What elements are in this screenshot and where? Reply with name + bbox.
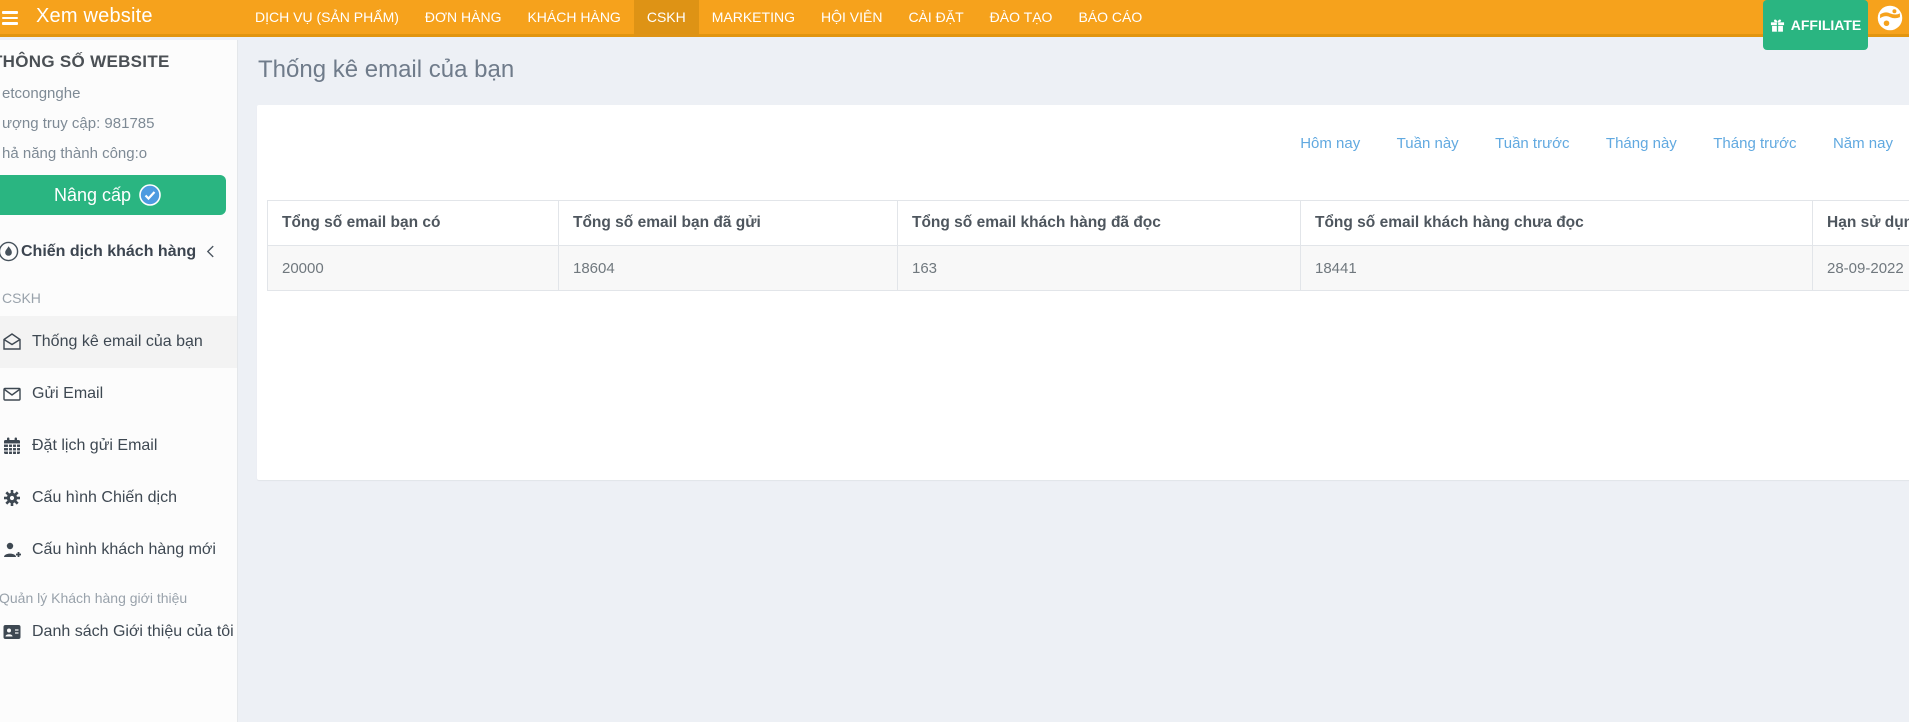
nav-item-marketing[interactable]: MARKETING <box>699 0 808 37</box>
menu-label: Thống kê email của bạn <box>32 333 203 350</box>
filter-last-week[interactable]: Tuần trước <box>1495 135 1569 152</box>
gear-icon <box>4 490 20 506</box>
date-range-filters: Hôm nay Tuần này Tuần trước Tháng này Th… <box>257 105 1909 155</box>
sidebar-item-my-referrals[interactable]: Danh sách Giới thiệu của tôi <box>2 606 237 658</box>
cell-total-emails: 20000 <box>267 245 559 291</box>
nav-item-hoi-vien[interactable]: HỘI VIÊN <box>808 0 895 37</box>
app-viewport: Xem website DỊCH VỤ (SẢN PHẨM) ĐƠN HÀNG … <box>0 0 1909 722</box>
table-row: 20000 18604 163 18441 28-09-2022 <box>267 245 1909 291</box>
page-header: Thống kê email của bạn Home > Thống kê e… <box>238 40 1909 122</box>
nav-item-bao-cao[interactable]: BÁO CÁO <box>1065 0 1155 37</box>
nav-item-dao-tao[interactable]: ĐÀO TẠO <box>977 0 1066 37</box>
globe-icon[interactable] <box>1876 4 1904 32</box>
cell-expiry-date: 28-09-2022 <box>1812 245 1909 291</box>
menu-label: Cấu hình Chiến dịch <box>32 489 177 506</box>
chevron-left-icon[interactable] <box>206 244 215 259</box>
check-circle-icon <box>139 184 161 206</box>
col-emails-sent: Tổng số email bạn đã gửi <box>558 200 898 246</box>
hamburger-menu-icon[interactable] <box>2 11 18 28</box>
filter-last-month[interactable]: Tháng trước <box>1713 135 1796 152</box>
cell-emails-sent: 18604 <box>558 245 898 291</box>
nav-item-cskh[interactable]: CSKH <box>633 0 699 37</box>
col-emails-read: Tổng số email khách hàng đã đọc <box>897 200 1301 246</box>
filter-this-year[interactable]: Năm nay <box>1833 135 1893 152</box>
filter-today[interactable]: Hôm nay <box>1300 135 1360 152</box>
nav-item-don-hang[interactable]: ĐƠN HÀNG <box>412 0 515 37</box>
page-title: Thống kê email của bạn <box>258 56 515 83</box>
sidebar-site-name: etcongnghe <box>2 85 81 102</box>
filter-this-week[interactable]: Tuần này <box>1397 135 1459 152</box>
filter-this-month[interactable]: Tháng này <box>1606 135 1677 152</box>
affiliate-label: AFFILIATE <box>1790 17 1862 33</box>
sidebar-stats-title: THÔNG SỐ WEBSITE <box>0 52 170 71</box>
menu-label: Cấu hình khách hàng mới <box>32 541 216 558</box>
sidebar-group-campaign[interactable]: Chiến dịch khách hàng <box>0 241 237 262</box>
nav-item-cai-dat[interactable]: CÀI ĐẶT <box>895 0 976 37</box>
sidebar-item-campaign-config[interactable]: Cấu hình Chiến dịch <box>2 472 237 524</box>
sidebar-item-schedule-email[interactable]: Đặt lịch gửi Email <box>2 420 237 472</box>
upgrade-label: Nâng cấp <box>53 184 132 205</box>
email-stats-table: Tổng số email bạn có Tổng số email bạn đ… <box>267 200 1909 291</box>
menu-label: Danh sách Giới thiệu của tôi <box>32 623 234 640</box>
sidebar-item-send-email[interactable]: Gửi Email <box>2 368 237 420</box>
envelope-open-icon <box>3 333 21 350</box>
menu-label: Gửi Email <box>32 385 104 402</box>
brand-link[interactable]: Xem website <box>36 5 153 28</box>
main-nav: DỊCH VỤ (SẢN PHẨM) ĐƠN HÀNG KHÁCH HÀNG C… <box>242 0 1155 37</box>
col-expiry-date: Hạn sử dụng <box>1812 200 1909 246</box>
top-navbar: Xem website DỊCH VỤ (SẢN PHẨM) ĐƠN HÀNG … <box>0 0 1909 50</box>
campaign-group-label: Chiến dịch khách hàng <box>21 242 197 260</box>
sidebar-traffic-count: ượng truy cập: 981785 <box>2 115 155 132</box>
sidebar-section-cskh: CSKH <box>2 290 41 306</box>
envelope-icon <box>3 387 21 401</box>
gift-icon <box>1770 19 1784 32</box>
nav-item-dich-vu[interactable]: DỊCH VỤ (SẢN PHẨM) <box>242 0 412 37</box>
sidebar-menu: Thống kê email của bạn Gửi Email Đặt lịc… <box>0 316 237 576</box>
sidebar: THÔNG SỐ WEBSITE etcongnghe ượng truy cậ… <box>0 40 238 722</box>
stats-card: Hôm nay Tuần này Tuần trước Tháng này Th… <box>257 105 1909 480</box>
sidebar-success-rate: hả năng thành công:o <box>2 145 148 162</box>
affiliate-button[interactable]: AFFILIATE <box>1763 0 1868 50</box>
cell-emails-read: 163 <box>897 245 1301 291</box>
sidebar-section-referral: Quản lý Khách hàng giới thiệu <box>0 590 188 606</box>
user-plus-icon <box>4 542 21 557</box>
col-total-emails: Tổng số email bạn có <box>267 200 559 246</box>
address-card-icon <box>3 625 21 639</box>
sidebar-item-new-customer-config[interactable]: Cấu hình khách hàng mới <box>2 524 237 576</box>
upgrade-button[interactable]: Nâng cấp <box>0 175 226 215</box>
sidebar-item-email-stats[interactable]: Thống kê email của bạn <box>0 316 237 368</box>
menu-label: Đặt lịch gửi Email <box>32 437 158 454</box>
nav-item-khach-hang[interactable]: KHÁCH HÀNG <box>514 0 633 37</box>
table-header-row: Tổng số email bạn có Tổng số email bạn đ… <box>267 200 1909 246</box>
fire-circle-icon <box>0 241 19 262</box>
cell-emails-unread: 18441 <box>1300 245 1813 291</box>
calendar-icon <box>4 437 20 454</box>
col-emails-unread: Tổng số email khách hàng chưa đọc <box>1300 200 1813 246</box>
